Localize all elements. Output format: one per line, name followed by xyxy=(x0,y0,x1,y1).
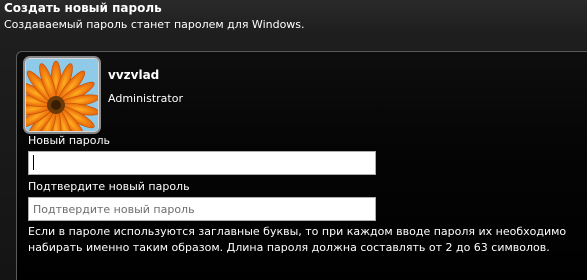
confirm-password-input[interactable] xyxy=(28,197,376,221)
user-avatar xyxy=(26,59,98,131)
password-hint: Если в пароле используются заглавные бук… xyxy=(28,225,567,254)
create-password-page: Создать новый пароль Создаваемый пароль … xyxy=(0,0,587,280)
page-title: Создать новый пароль xyxy=(4,1,162,15)
user-name: vvzvlad xyxy=(108,68,160,82)
page-subtitle: Создаваемый пароль станет паролем для Wi… xyxy=(4,18,305,31)
new-password-label: Новый пароль xyxy=(28,134,110,147)
user-role: Administrator xyxy=(108,92,183,105)
text-caret xyxy=(33,155,34,170)
confirm-password-label: Подтвердите новый пароль xyxy=(28,180,190,193)
orange-flower-icon xyxy=(26,59,98,131)
new-password-input[interactable] xyxy=(28,151,376,175)
